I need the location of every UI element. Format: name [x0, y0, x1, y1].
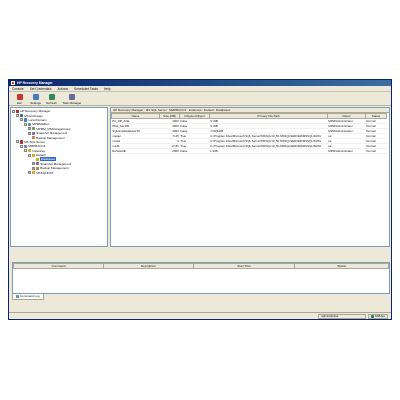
main-window: HP Recovery Manager Console Set Credenti…	[8, 79, 392, 320]
tree-item-label: MS Exchange	[24, 113, 43, 118]
status-bar: administrator MMdev	[9, 312, 391, 319]
tree-item-label: Default	[36, 153, 46, 158]
settings-icon	[32, 94, 39, 100]
status-user: administrator	[318, 313, 367, 319]
collapse-icon[interactable]: −	[16, 140, 19, 144]
backup-icon	[36, 166, 40, 170]
column-header[interactable]: Command	[13, 263, 104, 269]
collapse-icon[interactable]: −	[24, 149, 27, 153]
navigation-tree: − HP Recovery Manager − MS Exchange − Local D…	[10, 107, 108, 247]
table-cell: False	[179, 148, 210, 154]
tree-item-label: Snapshot Management	[36, 131, 68, 136]
expand-icon[interactable]: +	[32, 162, 35, 166]
instance-icon	[32, 171, 36, 175]
window-title: HP Recovery Manager	[17, 81, 53, 85]
server-status-icon	[371, 314, 375, 318]
expand-icon[interactable]: +	[28, 131, 31, 135]
toolbar: Exit Settings Refresh Task Manager	[9, 92, 391, 106]
server-icon	[24, 144, 28, 148]
table-cell: L:\DB	[209, 148, 328, 154]
tree-item-label: Backup Management	[36, 135, 65, 140]
settings-button-label: Settings	[30, 100, 41, 105]
tab-command-log-label: Command Log	[20, 293, 40, 298]
table-row[interactable]: ReSpartdb 2000 False L:\DB MPM\Administrator…	[111, 148, 387, 154]
exit-button-label: Exit	[16, 100, 22, 105]
expand-icon[interactable]: +	[28, 171, 31, 175]
refresh-icon	[48, 94, 55, 100]
tree-item-label: MMPBACC3	[28, 144, 46, 149]
tree-item-label: MPMM_MSStorageGroup	[36, 126, 71, 131]
collapse-icon[interactable]: −	[20, 144, 23, 148]
task-manager-icon	[69, 94, 75, 100]
menu-scheduled-tasks[interactable]: Scheduled Tasks	[74, 87, 98, 91]
exchange-icon	[20, 113, 24, 118]
collapse-icon[interactable]: −	[16, 114, 19, 118]
tree-item-label: Instances	[32, 148, 46, 153]
collapse-icon[interactable]: −	[28, 153, 31, 157]
exit-button[interactable]: Exit	[12, 93, 27, 105]
details-pane: HP Recovery Manager : MS SQL Server : MM…	[110, 107, 390, 247]
table-cell: Normal	[365, 148, 387, 154]
tree-item-label: Snapshot Management	[40, 161, 72, 166]
snapshot-icon	[32, 131, 36, 135]
settings-button[interactable]: Settings	[28, 93, 43, 105]
exit-icon	[16, 94, 23, 100]
menu-console[interactable]: Console	[12, 87, 24, 91]
command-log-table: Command Description Start Time Status	[13, 263, 389, 269]
databases-table: Name Size (MB) IsSystemObject Primary File …	[111, 113, 387, 154]
collapse-icon[interactable]: −	[24, 122, 27, 126]
sql-server-icon	[20, 140, 24, 144]
instances-icon	[28, 149, 32, 153]
menu-actions[interactable]: Actions	[58, 87, 68, 91]
app-icon	[16, 109, 20, 113]
column-header[interactable]: Status	[294, 263, 389, 269]
databases-icon	[36, 157, 40, 162]
table-cell: C:\Program Files\Microsoft SQL Server\MS…	[209, 143, 328, 149]
refresh-button[interactable]: Refresh	[44, 93, 59, 105]
backup-icon	[32, 135, 36, 140]
refresh-button-label: Refresh	[46, 100, 57, 105]
expand-icon[interactable]: +	[28, 127, 31, 131]
bottom-tab-strip: Command Log	[12, 294, 390, 300]
status-server-label: MMdev	[375, 313, 385, 318]
title-bar: HP Recovery Manager	[9, 80, 391, 86]
tree-item-label: HP Recovery Manager	[20, 109, 51, 114]
tree-item[interactable]: + MSSQLINST	[11, 170, 107, 175]
instance-icon	[32, 153, 36, 157]
tree-item-label: MS SQL Server	[24, 139, 46, 144]
task-manager-button-label: Task Manager	[62, 100, 82, 105]
collapse-icon[interactable]: −	[12, 109, 15, 113]
menu-help[interactable]: Help	[104, 87, 111, 91]
menu-set-credentials[interactable]: Set Credentials	[30, 87, 52, 91]
table-cell: ReSpartdb	[111, 148, 160, 154]
table-cell: 2000	[159, 148, 180, 154]
collapse-icon[interactable]: −	[20, 118, 23, 122]
tree-item-label: Backup Management	[40, 166, 69, 171]
tree-item-label: Local Domain	[28, 117, 47, 122]
tab-command-log[interactable]: Command Log	[12, 294, 44, 300]
app-icon	[11, 81, 15, 85]
table-cell: C:\Program Files\Microsoft SQL Server\MS…	[209, 138, 328, 144]
storage-group-icon	[32, 127, 36, 131]
status-server: MMdev	[368, 313, 388, 319]
table-cell: MPM\Administrator	[327, 148, 366, 154]
tree-item-label: MSSQLINST	[36, 170, 54, 175]
content-area: − HP Recovery Manager − MS Exchange − Local D…	[10, 107, 390, 247]
tree-item-label: Databases	[40, 157, 56, 162]
column-header[interactable]: Start Time	[192, 263, 296, 269]
task-manager-button[interactable]: Task Manager	[60, 93, 84, 105]
command-log-panel: Command Description Start Time Status	[12, 262, 390, 294]
table-cell: C:\Program Files\Microsoft SQL Server\MS…	[209, 133, 328, 139]
server-icon	[28, 122, 32, 126]
snapshot-icon	[36, 162, 40, 166]
column-header[interactable]: Description	[103, 263, 194, 269]
log-icon	[16, 295, 19, 298]
expand-icon[interactable]: +	[32, 166, 35, 170]
domain-icon	[24, 118, 28, 122]
tree-item-label: MPMMailbox	[32, 122, 50, 127]
